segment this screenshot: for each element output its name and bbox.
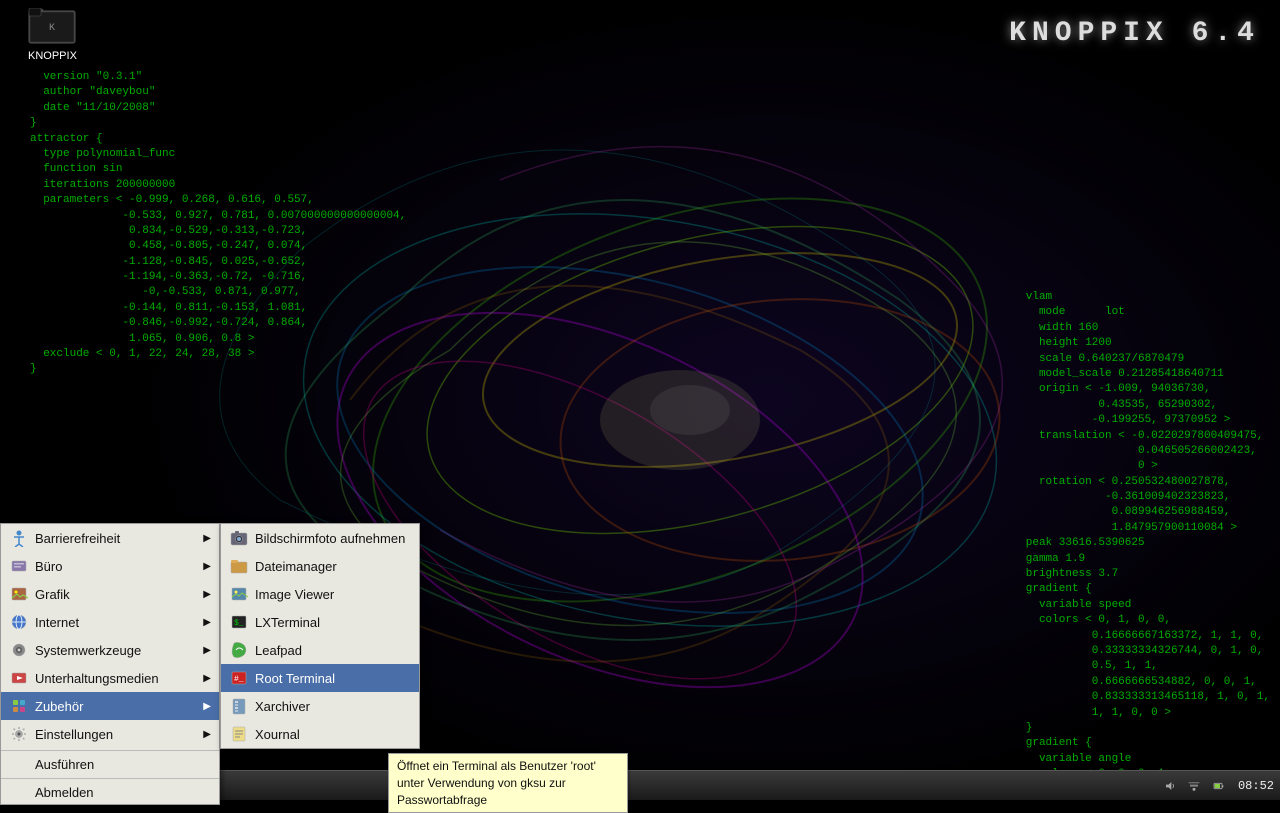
menu-item-systemwerkzeuge[interactable]: Systemwerkzeuge ▶	[1, 636, 219, 664]
dateimanager-icon	[229, 556, 249, 576]
submenu-label-bildschirmfoto: Bildschirmfoto aufnehmen	[255, 531, 405, 546]
menu-item-grafik[interactable]: Grafik ▶	[1, 580, 219, 608]
menu-label-internet: Internet	[35, 615, 79, 630]
arrow-einstellungen: ▶	[203, 729, 211, 740]
einstellungen-icon	[9, 724, 29, 744]
knoppix-icon-label: KNOPPIX	[28, 50, 77, 62]
submenu-item-lxterminal[interactable]: $_ LXTerminal	[221, 608, 419, 636]
submenu-item-bildschirmfoto[interactable]: Bildschirmfoto aufnehmen	[221, 524, 419, 552]
grafik-icon	[9, 584, 29, 604]
zubehor-icon	[9, 696, 29, 716]
tooltip: Öffnet ein Terminal als Benutzer 'root' …	[388, 753, 628, 813]
svg-text:#_: #_	[234, 675, 244, 684]
root-terminal-icon: #_	[229, 668, 249, 688]
internet-icon	[9, 612, 29, 632]
submenu-item-xarchiver[interactable]: Xarchiver	[221, 692, 419, 720]
accessibility-icon	[9, 528, 29, 548]
systemwerkzeuge-icon	[9, 640, 29, 660]
folder-icon: K	[28, 8, 76, 48]
leafpad-icon	[229, 640, 249, 660]
submenu-label-imageviewer: Image Viewer	[255, 587, 334, 602]
bildschirmfoto-icon	[229, 528, 249, 548]
buro-icon	[9, 556, 29, 576]
taskbar-middle	[140, 771, 1154, 800]
svg-text:K: K	[49, 23, 55, 34]
svg-text:$_: $_	[234, 619, 244, 628]
arrow-grafik: ▶	[203, 589, 211, 600]
menu-item-zubehor[interactable]: Zubehör ▶	[1, 692, 219, 720]
menu-label-unterhaltungsmedien: Unterhaltungsmedien	[35, 671, 159, 686]
menu-item-ausfuhren[interactable]: Ausführen	[1, 753, 219, 776]
menu-item-barrierefreiheit[interactable]: Barrierefreiheit ▶	[1, 524, 219, 552]
menu-item-buro[interactable]: Büro ▶	[1, 552, 219, 580]
submenu-item-rootterminal[interactable]: #_ Root Terminal	[221, 664, 419, 692]
power-tray-btn[interactable]	[1208, 776, 1228, 796]
submenu-label-lxterminal: LXTerminal	[255, 615, 320, 630]
submenu-item-imageviewer[interactable]: Image Viewer	[221, 580, 419, 608]
volume-icon	[1164, 777, 1176, 795]
menu-item-einstellungen[interactable]: Einstellungen ▶	[1, 720, 219, 748]
system-clock[interactable]: 08:52	[1238, 779, 1274, 793]
submenu-item-xournal[interactable]: Xournal	[221, 720, 419, 748]
knoppix-logo: KNOPPIX 6.4	[1009, 18, 1260, 49]
arrow-barrierefreiheit: ▶	[203, 533, 211, 544]
submenu-item-dateimanager[interactable]: Dateimanager	[221, 552, 419, 580]
menu-label-barrierefreiheit: Barrierefreiheit	[35, 531, 120, 546]
power-icon	[1212, 777, 1224, 795]
arrow-zubehor: ▶	[203, 701, 211, 712]
menu-label-systemwerkzeuge: Systemwerkzeuge	[35, 643, 141, 658]
imageviewer-icon	[229, 584, 249, 604]
context-menu: Barrierefreiheit ▶ Büro ▶ Grafik ▶ Inter…	[0, 523, 220, 805]
knoppix-desktop-icon[interactable]: K KNOPPIX	[28, 8, 77, 62]
unterhaltungsmedien-icon	[9, 668, 29, 688]
arrow-systemwerkzeuge: ▶	[203, 645, 211, 656]
menu-separator	[1, 750, 219, 751]
menu-separator-2	[1, 778, 219, 779]
submenu-label-xarchiver: Xarchiver	[255, 699, 310, 714]
lxterminal-icon: $_	[229, 612, 249, 632]
menu-item-abmelden[interactable]: Abmelden	[1, 781, 219, 804]
arrow-unterhaltungsmedien: ▶	[203, 673, 211, 684]
xournal-icon	[229, 724, 249, 744]
submenu-label-leafpad: Leafpad	[255, 643, 302, 658]
menu-item-unterhaltungsmedien[interactable]: Unterhaltungsmedien ▶	[1, 664, 219, 692]
menu-label-grafik: Grafik	[35, 587, 70, 602]
submenu-item-leafpad[interactable]: Leafpad	[221, 636, 419, 664]
menu-label-buro: Büro	[35, 559, 62, 574]
menu-label-einstellungen: Einstellungen	[35, 727, 113, 742]
menu-item-internet[interactable]: Internet ▶	[1, 608, 219, 636]
arrow-internet: ▶	[203, 617, 211, 628]
taskbar-right: 08:52	[1154, 771, 1280, 800]
xarchiver-icon	[229, 696, 249, 716]
menu-label-zubehor: Zubehör	[35, 699, 83, 714]
network-tray-btn[interactable]	[1184, 776, 1204, 796]
submenu-label-rootterminal: Root Terminal	[255, 671, 335, 686]
submenu-label-dateimanager: Dateimanager	[255, 559, 337, 574]
submenu-label-xournal: Xournal	[255, 727, 300, 742]
network-icon	[1188, 777, 1200, 795]
submenu-zubehor: Bildschirmfoto aufnehmen Dateimanager Im…	[220, 523, 420, 749]
volume-tray-btn[interactable]	[1160, 776, 1180, 796]
arrow-buro: ▶	[203, 561, 211, 572]
